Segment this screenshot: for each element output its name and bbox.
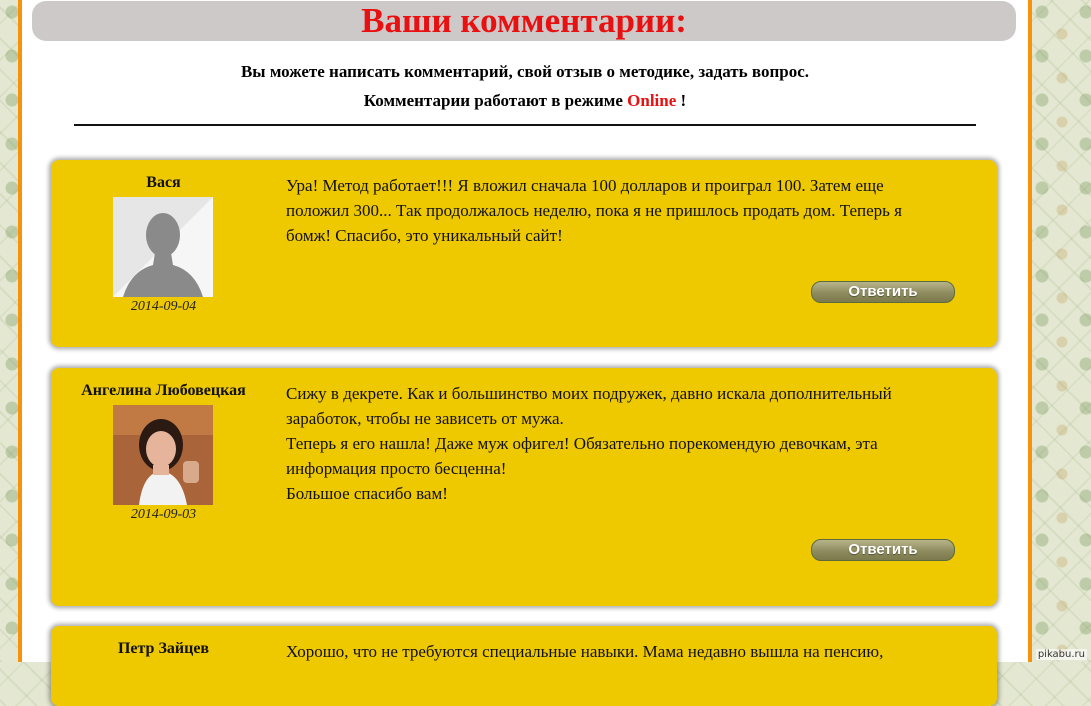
comment-line: Сижу в декрете. Как и большинство моих п… xyxy=(286,384,892,403)
intro-line-2: Комментарии работают в режиме Online ! xyxy=(22,91,1028,111)
comment-line: Большое спасибо вам! xyxy=(286,484,448,503)
comment-card: Вася 2014-09-04 Ура! Метод работает!!! Я… xyxy=(51,160,997,347)
page-title: Ваши комментарии: xyxy=(361,1,687,40)
comment-date: 2014-09-03 xyxy=(130,507,197,522)
comment-line: Хорошо, что не требуются специальные нав… xyxy=(286,642,884,661)
comment-author: Ангелина Любовецкая xyxy=(81,382,246,399)
watermark: pikabu.ru xyxy=(1035,649,1087,660)
comment-card: Ангелина Любовецкая 2014-09-03 Сижу в де… xyxy=(51,368,997,606)
user-photo-avatar xyxy=(113,405,213,505)
header-divider xyxy=(74,124,976,126)
comment-text: Сижу в декрете. Как и большинство моих п… xyxy=(286,381,966,506)
comment-line: бомж! Спасибо, это уникальный сайт! xyxy=(286,226,563,245)
comment-text: Хорошо, что не требуются специальные нав… xyxy=(286,639,966,664)
reply-button[interactable]: Ответить xyxy=(811,539,955,561)
comment-author: Петр Зайцев xyxy=(117,640,210,657)
comment-line: Ура! Метод работает!!! Я вложил сначала … xyxy=(286,176,884,195)
background-pattern-right xyxy=(1030,0,1091,662)
default-avatar-icon xyxy=(113,197,213,297)
intro-line-2-suffix: ! xyxy=(676,91,687,110)
comment-line: Теперь я его нашла! Даже муж офигел! Обя… xyxy=(286,434,878,453)
background-pattern-left xyxy=(0,0,18,662)
comments-header: Ваши комментарии: xyxy=(32,1,1016,41)
comment-author: Вася xyxy=(146,174,181,191)
comment-line: информация просто бесценна! xyxy=(286,459,507,478)
online-label: Online xyxy=(627,91,677,110)
comment-card: Петр Зайцев Хорошо, что не требуются спе… xyxy=(51,626,997,706)
comments-page: Ваши комментарии: Вы можете написать ком… xyxy=(18,0,1032,706)
reply-button[interactable]: Ответить xyxy=(811,281,955,303)
comment-line: положил 300... Так продолжалось неделю, … xyxy=(286,201,902,220)
intro-line-2-prefix: Комментарии работают в режиме xyxy=(363,91,628,110)
intro-line-1: Вы можете написать комментарий, свой отз… xyxy=(240,62,810,81)
comment-text: Ура! Метод работает!!! Я вложил сначала … xyxy=(286,173,966,248)
comment-line: заработок, чтобы не зависеть от мужа. xyxy=(286,409,564,428)
comment-date: 2014-09-04 xyxy=(130,299,197,314)
